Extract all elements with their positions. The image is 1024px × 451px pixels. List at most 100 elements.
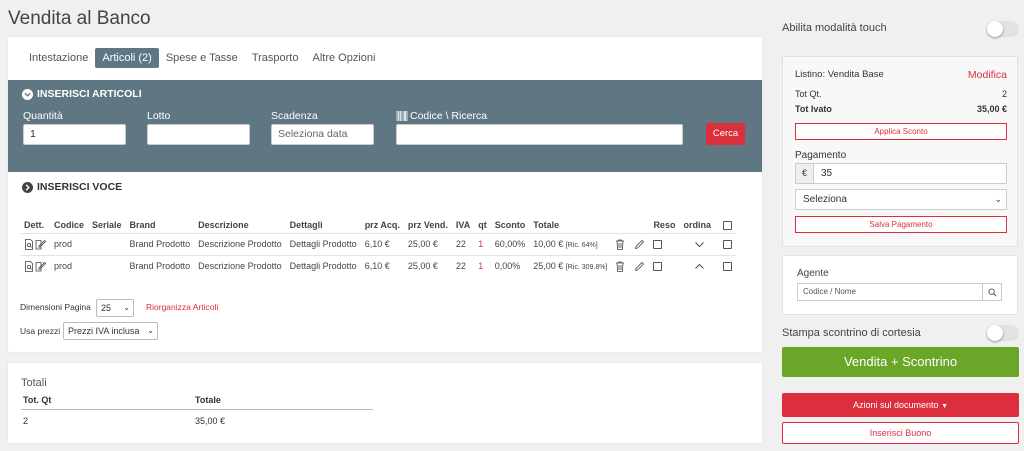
barcode-icon	[396, 111, 408, 121]
scadenza-label: Scadenza	[271, 110, 318, 122]
seriale-cell	[88, 232, 126, 255]
qt-cell[interactable]: 1	[474, 232, 491, 255]
chevron-down-icon[interactable]	[694, 239, 705, 250]
tab-spese-e-tasse[interactable]: Spese e Tasse	[159, 48, 245, 68]
inserisci-articoli-header[interactable]: INSERISCI ARTICOLI	[22, 88, 142, 100]
pagamento-label: Pagamento	[795, 150, 847, 161]
listino-row: Listino: Vendita Base Modifica	[795, 69, 1007, 81]
cerca-button[interactable]: Cerca	[706, 123, 745, 145]
th-edit	[630, 217, 649, 233]
th-descrizione: Descrizione	[198, 219, 249, 230]
azioni-documento-button[interactable]: Azioni sul documento ▼	[782, 393, 1019, 417]
th-reso: Reso	[653, 219, 676, 230]
touch-mode-toggle[interactable]	[987, 21, 1019, 37]
page-size-select[interactable]: 25 ⌄	[96, 299, 134, 317]
riorganizza-articoli-link[interactable]: Riorganizza Articoli	[146, 302, 218, 312]
chevron-down-icon: ⌄	[147, 326, 154, 335]
th-sconto: Sconto	[494, 219, 526, 230]
table-row: prod Brand Prodotto Descrizione Prodotto…	[20, 232, 736, 255]
inserisci-buono-button[interactable]: Inserisci Buono	[782, 422, 1019, 444]
select-cell	[718, 254, 736, 277]
tab-articoli[interactable]: Articoli (2)	[95, 48, 159, 68]
chevron-up-icon[interactable]	[694, 261, 705, 272]
totale-value: 10,00 €	[533, 239, 564, 249]
listino-label: Listino: Vendita Base	[795, 69, 884, 80]
vendita-scontrino-button[interactable]: Vendita + Scontrino	[782, 347, 1019, 377]
dettagli-cell: Dettagli Prodotto	[285, 254, 361, 277]
document-search-icon[interactable]	[24, 238, 35, 250]
search-icon[interactable]	[982, 283, 1002, 301]
select-all-checkbox[interactable]	[722, 220, 732, 230]
usa-prezzi-label: Usa prezzi	[20, 326, 61, 336]
modifica-link[interactable]: Modifica	[968, 69, 1007, 81]
brand-cell: Brand Prodotto	[125, 232, 195, 255]
totali-divider	[21, 409, 373, 410]
ordina-cell	[679, 232, 719, 255]
trash-icon[interactable]	[615, 239, 626, 250]
th-codice: Codice	[54, 219, 85, 230]
pencil-icon[interactable]	[634, 261, 645, 272]
agente-input[interactable]: Codice / Nome	[797, 283, 1002, 301]
tab-trasporto[interactable]: Trasporto	[245, 48, 306, 68]
scadenza-input[interactable]: Seleziona data	[271, 124, 374, 145]
reso-cell	[649, 232, 680, 255]
quantita-input[interactable]: 1	[23, 124, 126, 145]
totale-value: 25,00 €	[533, 261, 564, 272]
reso-cell	[649, 254, 680, 277]
toggle-knob	[987, 21, 1003, 37]
tot-qt-header: Tot. Qt	[23, 395, 52, 405]
reso-checkbox[interactable]	[653, 240, 663, 250]
tot-ivato-label: Tot Ivato	[795, 104, 832, 114]
tot-qt-row: Tot Qt. 2	[795, 89, 1007, 99]
items-table: Dett. Codice Seriale Brand Descrizione D…	[20, 217, 736, 277]
inserisci-voce-header[interactable]: INSERISCI VOCE	[22, 181, 122, 193]
lotto-input[interactable]	[147, 124, 250, 145]
tab-intestazione[interactable]: Intestazione	[22, 48, 95, 68]
document-edit-icon[interactable]	[35, 261, 47, 272]
dett-cell	[20, 254, 50, 277]
payment-method-select[interactable]: Seleziona ⌄	[795, 189, 1007, 210]
brand-cell: Brand Prodotto	[125, 254, 195, 277]
chevron-down-icon: ⌄	[123, 303, 130, 312]
th-ordina: ordina	[683, 219, 711, 230]
prz-vend-cell: 25,00 €	[403, 232, 452, 255]
th-select-all	[719, 217, 736, 233]
chevron-down-icon: ⌄	[994, 194, 1002, 204]
prz-acq-cell: 6,10 €	[360, 254, 404, 277]
summary-card: Listino: Vendita Base Modifica Tot Qt. 2…	[782, 56, 1018, 247]
document-search-icon[interactable]	[24, 260, 35, 272]
sconto-cell: 60,00%	[490, 232, 530, 255]
document-edit-icon[interactable]	[35, 239, 47, 250]
reso-checkbox[interactable]	[653, 262, 663, 272]
stampa-scontrino-toggle[interactable]	[987, 325, 1019, 341]
row-checkbox[interactable]	[722, 262, 732, 272]
usa-prezzi-value: Prezzi IVA inclusa	[68, 326, 140, 336]
page-size-value: 25	[101, 303, 112, 313]
tab-bar: Intestazione Articoli (2) Spese e Tasse …	[22, 48, 382, 68]
pencil-icon[interactable]	[634, 239, 645, 250]
applica-sconto-button[interactable]: Applica Sconto	[795, 123, 1007, 140]
th-delete	[611, 217, 630, 233]
edit-cell	[630, 232, 650, 255]
row-checkbox[interactable]	[722, 240, 732, 250]
pagamento-input[interactable]: € 35	[795, 163, 1007, 184]
tot-qt-label: Tot Qt.	[795, 89, 822, 99]
totali-card: Totali Tot. Qt Totale 2 35,00 €	[8, 363, 762, 443]
inserisci-voce-title: INSERISCI VOCE	[37, 181, 123, 193]
salva-pagamento-button[interactable]: Salva Pagamento	[795, 216, 1007, 233]
codice-ricerca-input[interactable]	[396, 124, 683, 145]
trash-icon[interactable]	[615, 261, 626, 272]
descrizione-cell: Descrizione Prodotto	[194, 254, 286, 277]
totale-header: Totale	[195, 395, 221, 405]
qt-cell[interactable]: 1	[474, 254, 491, 277]
tot-ivato-row: Tot Ivato 35,00 €	[795, 104, 1007, 114]
iva-cell: 22	[451, 254, 475, 277]
dettagli-cell: Dettagli Prodotto	[285, 232, 361, 255]
seriale-cell	[88, 254, 126, 277]
th-iva: IVA	[455, 219, 471, 230]
totale-value: 35,00 €	[195, 416, 226, 426]
th-prz-vend: prz Vend.	[407, 219, 448, 230]
usa-prezzi-select[interactable]: Prezzi IVA inclusa ⌄	[63, 322, 158, 340]
agente-label: Agente	[797, 268, 829, 279]
tab-altre-opzioni[interactable]: Altre Opzioni	[305, 48, 382, 68]
